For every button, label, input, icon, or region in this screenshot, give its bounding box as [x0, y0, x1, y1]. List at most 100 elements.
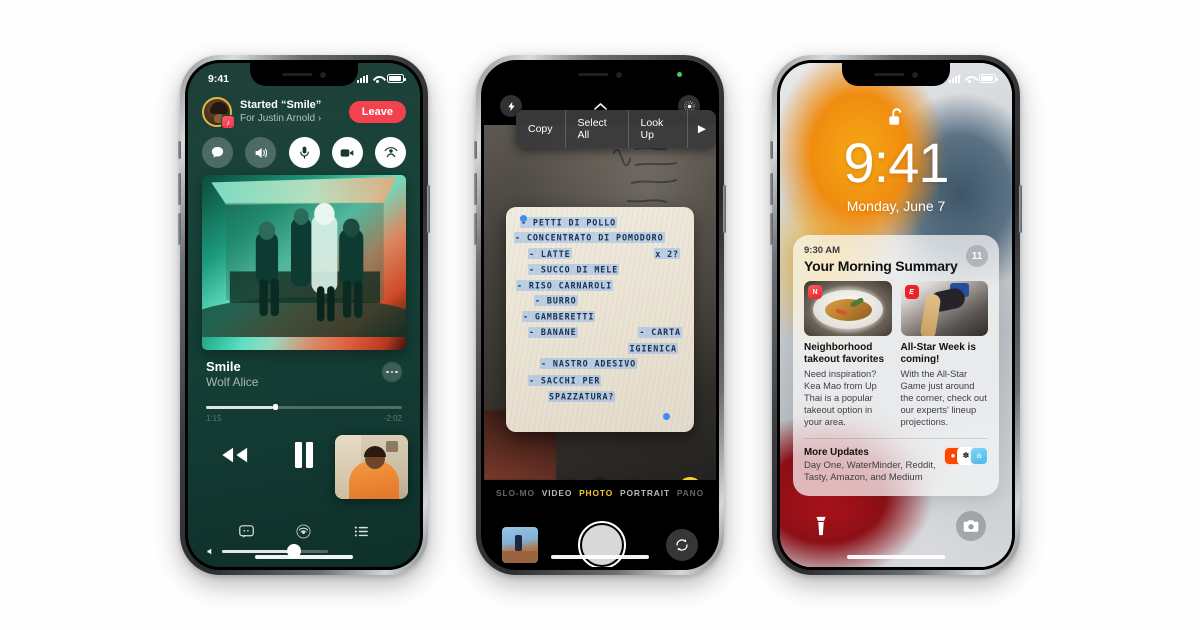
- mode-pano[interactable]: PANO: [677, 488, 704, 498]
- volume-down-button[interactable]: [474, 213, 477, 245]
- notification-summary-card[interactable]: 9:30 AM Your Morning Summary 11 N Neighb…: [793, 235, 999, 496]
- self-view-pip[interactable]: [335, 435, 408, 499]
- note-line[interactable]: - RISO CARNAROLI: [516, 279, 614, 291]
- ellipsis-icon[interactable]: [382, 362, 402, 382]
- home-indicator[interactable]: [255, 555, 353, 559]
- zoom-option-1x[interactable]: 1×: [588, 477, 612, 480]
- shutter-button[interactable]: [578, 521, 626, 567]
- menu-item-copy[interactable]: Copy: [516, 110, 566, 148]
- side-button[interactable]: [427, 185, 430, 233]
- home-indicator[interactable]: [847, 555, 945, 559]
- summary-time: 9:30 AM: [804, 245, 841, 256]
- playback-scrubber[interactable]: 1:15 -2:02: [206, 404, 402, 423]
- earpiece-speaker: [578, 73, 608, 76]
- mode-video[interactable]: VIDEO: [542, 488, 573, 498]
- remaining-time: -2:02: [383, 413, 402, 423]
- shareplay-icon[interactable]: [375, 137, 406, 168]
- battery-icon: [387, 74, 406, 83]
- volume-up-button[interactable]: [178, 173, 181, 205]
- mute-switch[interactable]: [770, 141, 773, 159]
- note-line[interactable]: SPAZZATURA?: [548, 390, 616, 402]
- mode-portrait[interactable]: PORTRAIT: [620, 488, 670, 498]
- lock-screen-shortcuts: [780, 511, 1012, 541]
- phone-facetime-shareplay: 9:41 ♪ Started “Smile” For Justin Arnold…: [178, 55, 430, 575]
- more-updates-body: Day One, WaterMinder, Reddit, Tasty, Ama…: [804, 459, 936, 484]
- volume-down-button[interactable]: [178, 213, 181, 245]
- mode-photo[interactable]: PHOTO: [579, 488, 613, 498]
- note-line[interactable]: - CARTA: [638, 326, 682, 338]
- volume-down-button[interactable]: [770, 213, 773, 245]
- note-line[interactable]: - BURRO: [534, 295, 578, 306]
- espn-app-icon: E: [904, 285, 919, 299]
- volume-up-button[interactable]: [474, 173, 477, 205]
- camera-icon[interactable]: [956, 511, 986, 541]
- notification-count-badge: 11: [966, 245, 988, 267]
- note-line[interactable]: - LATTE: [528, 248, 572, 259]
- summary-card-news[interactable]: N Neighborhood takeout favorites Need in…: [804, 281, 892, 429]
- note-line[interactable]: - NASTRO ADESIVO: [540, 358, 638, 369]
- scanned-note-card[interactable]: - PETTI DI POLLO - CONCENTRATO DI POMODO…: [506, 207, 694, 432]
- rewind-icon[interactable]: [219, 444, 249, 466]
- messages-bubble-icon[interactable]: [202, 137, 233, 168]
- queue-list-icon[interactable]: [353, 523, 370, 540]
- divider: [804, 437, 988, 439]
- speaker-icon[interactable]: [245, 137, 277, 168]
- home-indicator[interactable]: [551, 555, 649, 559]
- wifi-icon: [372, 75, 383, 83]
- camera-viewfinder[interactable]: - PETTI DI POLLO - CONCENTRATO DI POMODO…: [484, 125, 716, 480]
- flashlight-icon[interactable]: [806, 511, 836, 541]
- selection-handle-end[interactable]: [663, 413, 670, 420]
- side-button[interactable]: [723, 185, 726, 233]
- summary-card-espn[interactable]: E All-Star Week is coming! With the All-…: [900, 281, 988, 429]
- note-line[interactable]: - SACCHI PER: [528, 375, 602, 386]
- more-updates-row[interactable]: More Updates Day One, WaterMinder, Reddi…: [804, 446, 988, 485]
- note-line[interactable]: - CONCENTRATO DI POMODORO: [514, 232, 665, 243]
- mode-slo-mo[interactable]: SLO-MO: [496, 488, 535, 498]
- notch: [250, 63, 358, 86]
- note-line[interactable]: - GAMBERETTI: [522, 310, 596, 322]
- text-context-menu: Copy Select All Look Up ▶: [516, 110, 716, 148]
- microphone-icon[interactable]: [288, 137, 320, 168]
- clock-time: 9:41: [843, 131, 950, 194]
- mute-switch[interactable]: [178, 141, 181, 159]
- pause-icon[interactable]: [293, 441, 315, 469]
- card-body: With the All-Star Game just around the c…: [900, 369, 987, 427]
- menu-item-look-up[interactable]: Look Up: [629, 110, 688, 148]
- note-line[interactable]: - SUCCO DI MELE: [528, 264, 620, 275]
- menu-item-select-all[interactable]: Select All: [566, 110, 629, 148]
- mute-switch[interactable]: [474, 141, 477, 159]
- amazon-icon: a: [970, 446, 988, 465]
- zoom-option-half[interactable]: .5: [558, 477, 578, 480]
- handwritten-shopping-list: - PETTI DI POLLO - CONCENTRATO DI POMODO…: [514, 216, 686, 402]
- shareplay-banner[interactable]: ♪ Started “Smile” For Justin Arnold › Le…: [198, 93, 410, 131]
- zoom-option-2x[interactable]: 2: [622, 477, 642, 480]
- volume-up-button[interactable]: [770, 173, 773, 205]
- video-camera-icon[interactable]: [331, 137, 363, 168]
- phone-lock-screen: 9:41 Monday, June 7 9:30 AM Your Morning…: [770, 55, 1022, 575]
- wifi-icon: [964, 75, 975, 83]
- lyrics-icon[interactable]: [238, 523, 255, 540]
- front-camera: [912, 71, 918, 78]
- shareplay-subtitle[interactable]: For Justin Arnold ›: [240, 113, 341, 125]
- camera-shutter-row: [484, 515, 716, 567]
- baseball-bat-glove-photo: E: [900, 281, 988, 336]
- shareplay-title: Started “Smile”: [240, 99, 322, 112]
- note-line[interactable]: x 2?: [654, 248, 680, 259]
- last-photo-thumbnail[interactable]: [502, 527, 538, 563]
- battery-icon: [979, 74, 998, 83]
- airplay-icon[interactable]: [295, 523, 312, 540]
- notch: [546, 63, 654, 86]
- note-line[interactable]: IGIENICA: [628, 342, 678, 354]
- flip-camera-icon[interactable]: [666, 529, 698, 561]
- card-title: All-Star Week is coming!: [900, 342, 976, 366]
- earpiece-speaker: [874, 73, 904, 76]
- leave-button[interactable]: Leave: [348, 101, 406, 123]
- side-button[interactable]: [1019, 185, 1022, 233]
- cellular-bars-icon: [949, 74, 960, 83]
- lock-clock: 9:41 Monday, June 7: [780, 131, 1012, 215]
- menu-item-more-arrow-icon[interactable]: ▶: [688, 110, 716, 148]
- player-tabbar: [188, 523, 420, 540]
- note-line[interactable]: - BANANE: [528, 326, 578, 338]
- selection-handle-start[interactable]: [520, 215, 527, 222]
- note-line[interactable]: - PETTI DI POLLO: [520, 216, 618, 228]
